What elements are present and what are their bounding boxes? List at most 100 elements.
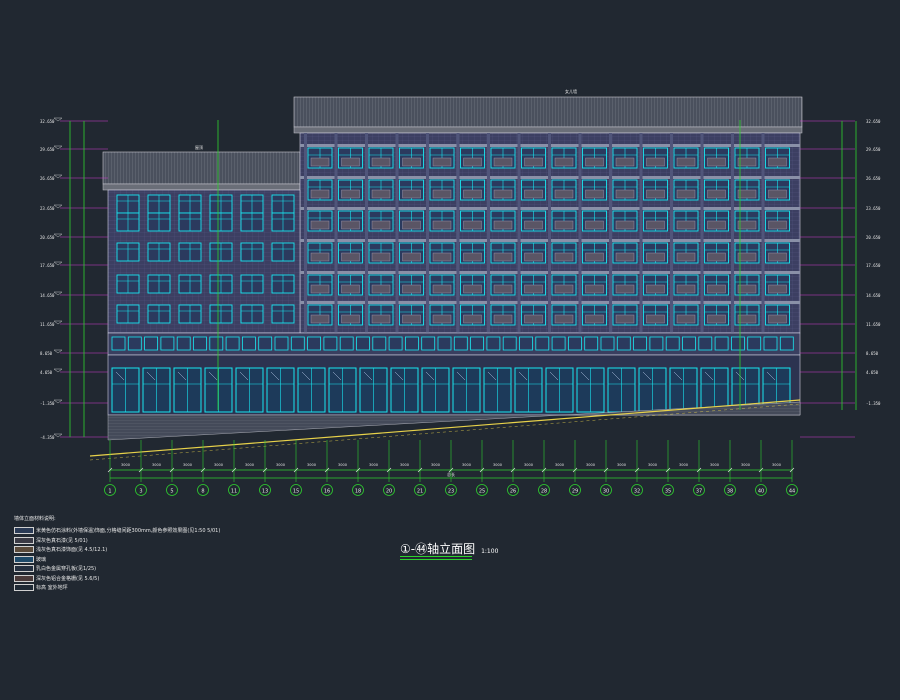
elevation-label-left: 14.650 xyxy=(40,293,55,298)
wing-window xyxy=(147,242,171,262)
elevation-label-right: 23.650 xyxy=(866,206,881,211)
window-panel xyxy=(310,252,330,262)
tower-window xyxy=(673,242,699,264)
axis-label: 37 xyxy=(696,489,702,495)
axis-grid: 总长1 3 5 8 11 13 15 16 18 20 21 23 25 26 28 29 30 32 35 37 38… xyxy=(104,440,798,496)
tower-window xyxy=(460,304,485,326)
pilaster xyxy=(487,133,490,333)
wing-window xyxy=(240,242,264,262)
tower-window xyxy=(673,147,699,169)
window-panel xyxy=(585,284,604,294)
tower-window xyxy=(521,147,546,169)
dim-segment-label: 3000 xyxy=(710,463,719,467)
elevation-label-right: 4.650 xyxy=(866,370,879,375)
elevation-label-left: 26.650 xyxy=(40,176,55,181)
tower-window xyxy=(490,274,516,296)
podium-window xyxy=(372,336,387,351)
tower-window xyxy=(338,179,363,201)
window-panel xyxy=(371,314,391,324)
tower-window xyxy=(521,242,546,264)
podium-window xyxy=(649,336,664,351)
podium-window xyxy=(502,336,517,351)
tower-window xyxy=(612,242,638,264)
wing-window xyxy=(240,194,264,214)
podium-window xyxy=(584,336,599,351)
window-panel xyxy=(615,189,635,199)
axis-label: 13 xyxy=(262,489,268,495)
wing-window xyxy=(116,242,140,262)
legend-swatch xyxy=(14,565,34,572)
legend-swatch xyxy=(14,536,34,544)
axis-label: 11 xyxy=(231,489,237,495)
wing-window xyxy=(178,194,202,214)
tower-window xyxy=(734,179,760,201)
window-panel xyxy=(615,314,635,324)
window-panel xyxy=(707,314,726,324)
tower-window xyxy=(765,274,790,296)
elevation-marker xyxy=(53,117,63,122)
window-panel xyxy=(341,284,360,294)
window-panel xyxy=(463,157,482,167)
tower-window xyxy=(429,274,455,296)
pilaster xyxy=(548,133,551,333)
window-panel xyxy=(768,314,787,324)
tower-window xyxy=(521,210,546,232)
wing-window xyxy=(209,304,233,324)
pilaster xyxy=(700,133,704,333)
window-panel xyxy=(646,157,665,167)
tower-window xyxy=(307,147,333,169)
window-panel xyxy=(432,189,452,199)
window-panel xyxy=(554,189,574,199)
wing-window xyxy=(209,212,233,232)
legend-swatch xyxy=(14,574,34,582)
window-panel xyxy=(585,189,604,199)
axis-label: 32 xyxy=(634,489,640,495)
window-panel xyxy=(402,314,421,324)
window-panel xyxy=(463,220,482,230)
wing-window xyxy=(147,304,171,324)
podium-window xyxy=(551,336,566,351)
window-panel xyxy=(402,189,421,199)
podium-window xyxy=(682,336,696,351)
window-panel xyxy=(524,220,543,230)
dim-segment-label: 3000 xyxy=(586,463,595,467)
tower-window xyxy=(460,179,485,201)
elevation-label-right: 8.650 xyxy=(866,351,879,356)
tower-window xyxy=(734,304,760,326)
window-panel xyxy=(676,157,696,167)
podium-window xyxy=(535,336,550,351)
podium-window xyxy=(339,336,354,351)
podium-window xyxy=(356,336,370,351)
window-panel xyxy=(524,252,543,262)
podium-window xyxy=(633,336,647,351)
window-panel xyxy=(341,189,360,199)
tower-window xyxy=(765,242,790,264)
tower-window xyxy=(582,242,607,264)
elevation-label-left: 11.650 xyxy=(40,322,55,327)
storefront xyxy=(669,367,698,413)
tower-window xyxy=(551,242,577,264)
tower-window xyxy=(643,147,668,169)
legend-swatch xyxy=(14,527,34,534)
dim-segment-label: 3000 xyxy=(369,463,378,467)
elevation-label-left: 29.650 xyxy=(40,147,55,152)
dim-segment-label: 3000 xyxy=(276,463,285,467)
dim-segment-label: 3000 xyxy=(648,463,657,467)
dim-segment-label: 3000 xyxy=(214,463,223,467)
tower-window xyxy=(338,147,363,169)
window-panel xyxy=(402,220,421,230)
tower-window xyxy=(490,179,516,201)
axis-label: 26 xyxy=(510,489,516,495)
drawing-title: ①-㊹轴立面图 xyxy=(400,542,476,556)
podium-window xyxy=(160,336,175,351)
tower-window xyxy=(429,179,455,201)
storefront xyxy=(421,367,450,413)
wing-window xyxy=(178,212,202,232)
building-elevation xyxy=(89,96,803,461)
window-panel xyxy=(310,284,330,294)
storefront xyxy=(297,367,326,413)
tower-window xyxy=(582,179,607,201)
window-panel xyxy=(737,157,757,167)
top-parapet xyxy=(293,96,803,128)
elevation-marker xyxy=(53,320,63,325)
